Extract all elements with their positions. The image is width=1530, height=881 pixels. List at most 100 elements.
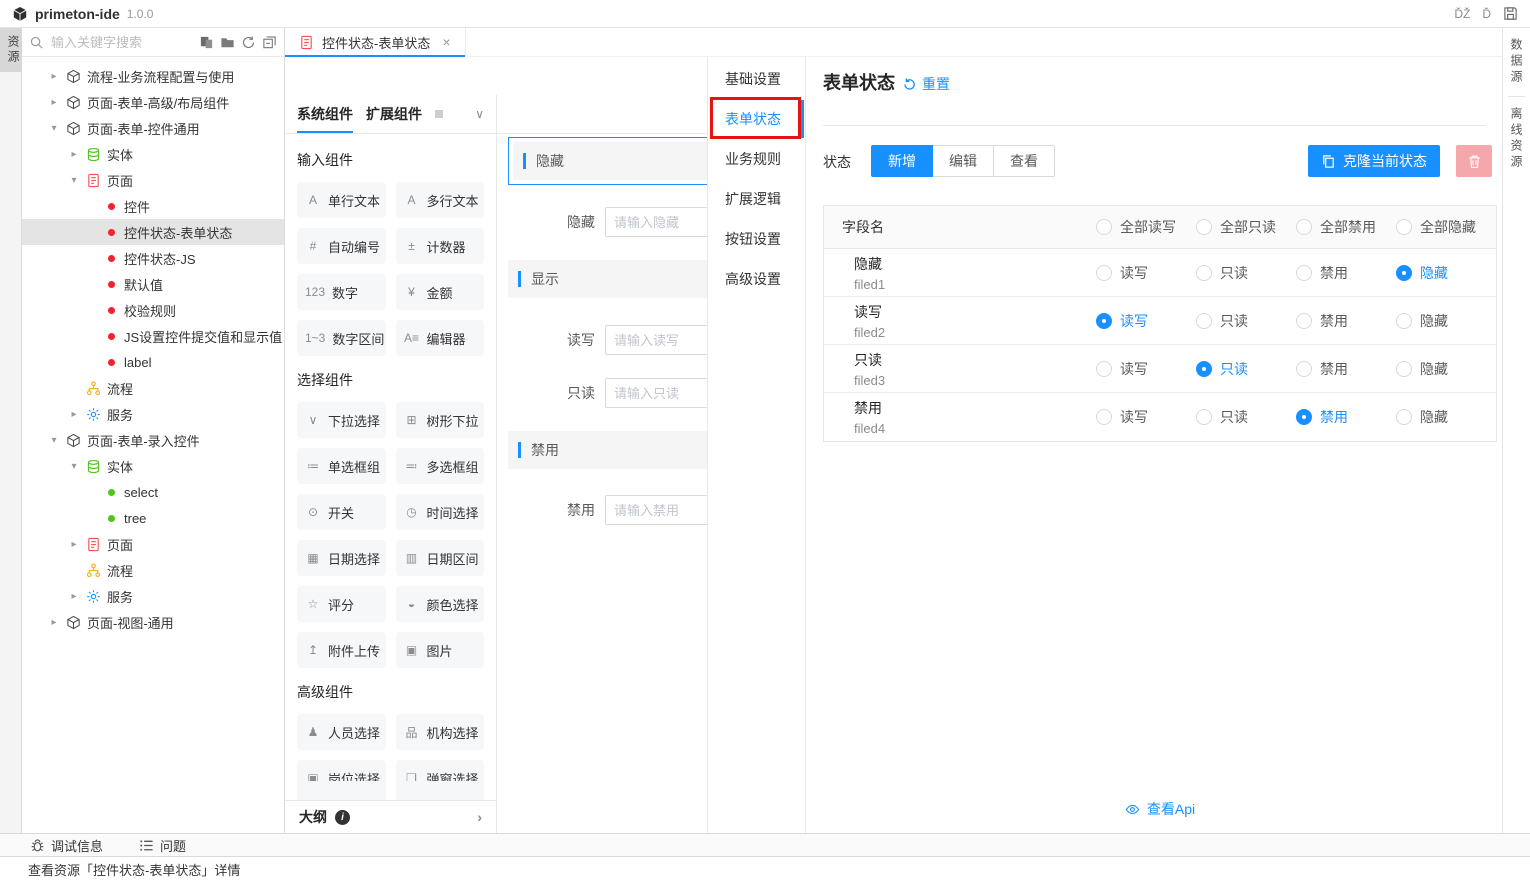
caret-right-icon[interactable]: ▸ xyxy=(68,409,80,420)
radio-icon[interactable] xyxy=(1196,265,1212,281)
palette-component[interactable]: ▦ 日期选择 xyxy=(297,540,386,576)
radio-icon[interactable] xyxy=(1196,313,1212,329)
outline-bar[interactable]: 大纲 i › xyxy=(285,800,496,833)
option-readwrite-selected[interactable]: 读写 xyxy=(1096,311,1196,331)
tree-item[interactable]: ▸服务 xyxy=(22,583,284,609)
caret-right-icon[interactable]: ▸ xyxy=(48,71,60,82)
radio-icon[interactable] xyxy=(1396,219,1412,235)
collapse-all-icon[interactable] xyxy=(262,35,277,50)
tree-item[interactable]: ▾页面-表单-控件通用 xyxy=(22,115,284,141)
tree-item[interactable]: 流程 xyxy=(22,557,284,583)
view-api-link[interactable]: 查看Api xyxy=(823,799,1497,819)
radio-checked-icon[interactable] xyxy=(1196,361,1212,377)
glyph-icon[interactable]: ĎŽ xyxy=(1454,7,1470,21)
palette-component[interactable]: A 多行文本 xyxy=(396,182,485,218)
tree-item[interactable]: 校验规则 xyxy=(22,297,284,323)
nav-item-advanced-settings[interactable]: 高级设置 xyxy=(708,259,805,299)
section-header[interactable]: 显示 xyxy=(508,260,707,298)
radio-icon[interactable] xyxy=(1296,265,1312,281)
text-input[interactable] xyxy=(605,378,707,408)
radio-icon[interactable] xyxy=(1396,409,1412,425)
import-icon[interactable] xyxy=(199,35,214,50)
datasource-rail-tab[interactable]: 数据源 xyxy=(1508,28,1525,96)
tree-item[interactable]: 流程 xyxy=(22,375,284,401)
palette-component[interactable]: ↥ 附件上传 xyxy=(297,632,386,668)
palette-component[interactable]: ¥ 金额 xyxy=(396,274,485,310)
palette-component[interactable]: ⊞ 树形下拉 xyxy=(396,402,485,438)
caret-right-icon[interactable]: ▸ xyxy=(48,97,60,108)
radio-checked-icon[interactable] xyxy=(1296,409,1312,425)
radio-icon[interactable] xyxy=(1296,313,1312,329)
tree-item[interactable]: ▾页面 xyxy=(22,167,284,193)
palette-component[interactable]: ≔ 单选框组 xyxy=(297,448,386,484)
state-option-view[interactable]: 查看 xyxy=(993,145,1055,177)
refresh-icon[interactable] xyxy=(241,35,256,50)
tree-item[interactable]: ▸页面-表单-高级/布局组件 xyxy=(22,89,284,115)
tree-item[interactable]: 默认值 xyxy=(22,271,284,297)
radio-icon[interactable] xyxy=(1396,361,1412,377)
tree-item[interactable]: tree xyxy=(22,505,284,531)
tree-item[interactable]: ▸页面-视图-通用 xyxy=(22,609,284,635)
option-disabled[interactable]: 禁用 xyxy=(1296,311,1396,331)
caret-right-icon[interactable]: ▸ xyxy=(68,539,80,550)
tree-item[interactable]: ▸流程-业务流程配置与使用 xyxy=(22,63,284,89)
delete-state-button[interactable] xyxy=(1456,145,1492,177)
caret-down-icon[interactable]: ▾ xyxy=(68,175,80,186)
reset-link[interactable]: 重置 xyxy=(902,74,950,94)
pin-icon[interactable] xyxy=(435,110,443,118)
radio-icon[interactable] xyxy=(1096,361,1112,377)
resources-rail-tab[interactable]: 资源 xyxy=(0,28,22,72)
radio-icon[interactable] xyxy=(1196,409,1212,425)
tree-item[interactable]: label xyxy=(22,349,284,375)
radio-icon[interactable] xyxy=(1296,361,1312,377)
palette-component[interactable]: ◒ 颜色选择 xyxy=(396,586,485,622)
text-input[interactable] xyxy=(605,495,707,525)
offline-resources-rail-tab[interactable]: 离线资源 xyxy=(1508,96,1525,181)
editor-tab-active[interactable]: 控件状态-表单状态 × xyxy=(285,28,466,56)
selected-component-outline[interactable]: 隐藏 xyxy=(508,137,707,185)
chevron-down-icon[interactable]: ∨ xyxy=(475,107,484,121)
option-disabled[interactable]: 禁用 xyxy=(1296,359,1396,379)
text-input[interactable] xyxy=(605,207,707,237)
caret-down-icon[interactable]: ▾ xyxy=(48,435,60,446)
option-readonly[interactable]: 只读 xyxy=(1196,407,1296,427)
option-readwrite[interactable]: 读写 xyxy=(1096,407,1196,427)
radio-checked-icon[interactable] xyxy=(1396,265,1412,281)
palette-component[interactable]: ◷ 时间选择 xyxy=(396,494,485,530)
palette-component[interactable]: ▥ 日期区间 xyxy=(396,540,485,576)
glyph-icon[interactable]: Ď xyxy=(1482,7,1491,21)
option-readwrite[interactable]: 读写 xyxy=(1096,263,1196,283)
option-hidden-selected[interactable]: 隐藏 xyxy=(1396,263,1496,283)
nav-item-business-rules[interactable]: 业务规则 xyxy=(708,139,805,179)
problems-tab[interactable]: 问题 xyxy=(139,836,186,855)
nav-item-extension-logic[interactable]: 扩展逻辑 xyxy=(708,179,805,219)
option-hidden[interactable]: 隐藏 xyxy=(1396,311,1496,331)
palette-component[interactable]: 1~3 数字区间 xyxy=(297,320,386,356)
tab-system-components[interactable]: 系统组件 xyxy=(297,95,353,133)
state-option-new[interactable]: 新增 xyxy=(871,145,933,177)
caret-right-icon[interactable]: ▸ xyxy=(68,591,80,602)
state-option-edit[interactable]: 编辑 xyxy=(932,145,994,177)
header-option-all-readwrite[interactable]: 全部读写 xyxy=(1096,217,1196,237)
radio-icon[interactable] xyxy=(1096,409,1112,425)
option-hidden[interactable]: 隐藏 xyxy=(1396,407,1496,427)
palette-component[interactable]: # 自动编号 xyxy=(297,228,386,264)
radio-icon[interactable] xyxy=(1396,313,1412,329)
tree-item[interactable]: select xyxy=(22,479,284,505)
radio-icon[interactable] xyxy=(1196,219,1212,235)
option-hidden[interactable]: 隐藏 xyxy=(1396,359,1496,379)
radio-icon[interactable] xyxy=(1296,219,1312,235)
palette-component[interactable]: A≡ 编辑器 xyxy=(396,320,485,356)
nav-item-button-settings[interactable]: 按钮设置 xyxy=(708,219,805,259)
tree-item[interactable]: ▸服务 xyxy=(22,401,284,427)
tree-item[interactable]: ▾页面-表单-录入控件 xyxy=(22,427,284,453)
tree-item[interactable]: 控件 xyxy=(22,193,284,219)
option-readonly-selected[interactable]: 只读 xyxy=(1196,359,1296,379)
palette-component[interactable]: ♟ 人员选择 xyxy=(297,714,386,750)
tree-item[interactable]: JS设置控件提交值和显示值 xyxy=(22,323,284,349)
tree-item[interactable]: 控件状态-JS xyxy=(22,245,284,271)
palette-component[interactable]: ≕ 多选框组 xyxy=(396,448,485,484)
nav-item-basic-settings[interactable]: 基础设置 xyxy=(708,59,805,99)
caret-down-icon[interactable]: ▾ xyxy=(68,461,80,472)
palette-component[interactable]: ∨ 下拉选择 xyxy=(297,402,386,438)
